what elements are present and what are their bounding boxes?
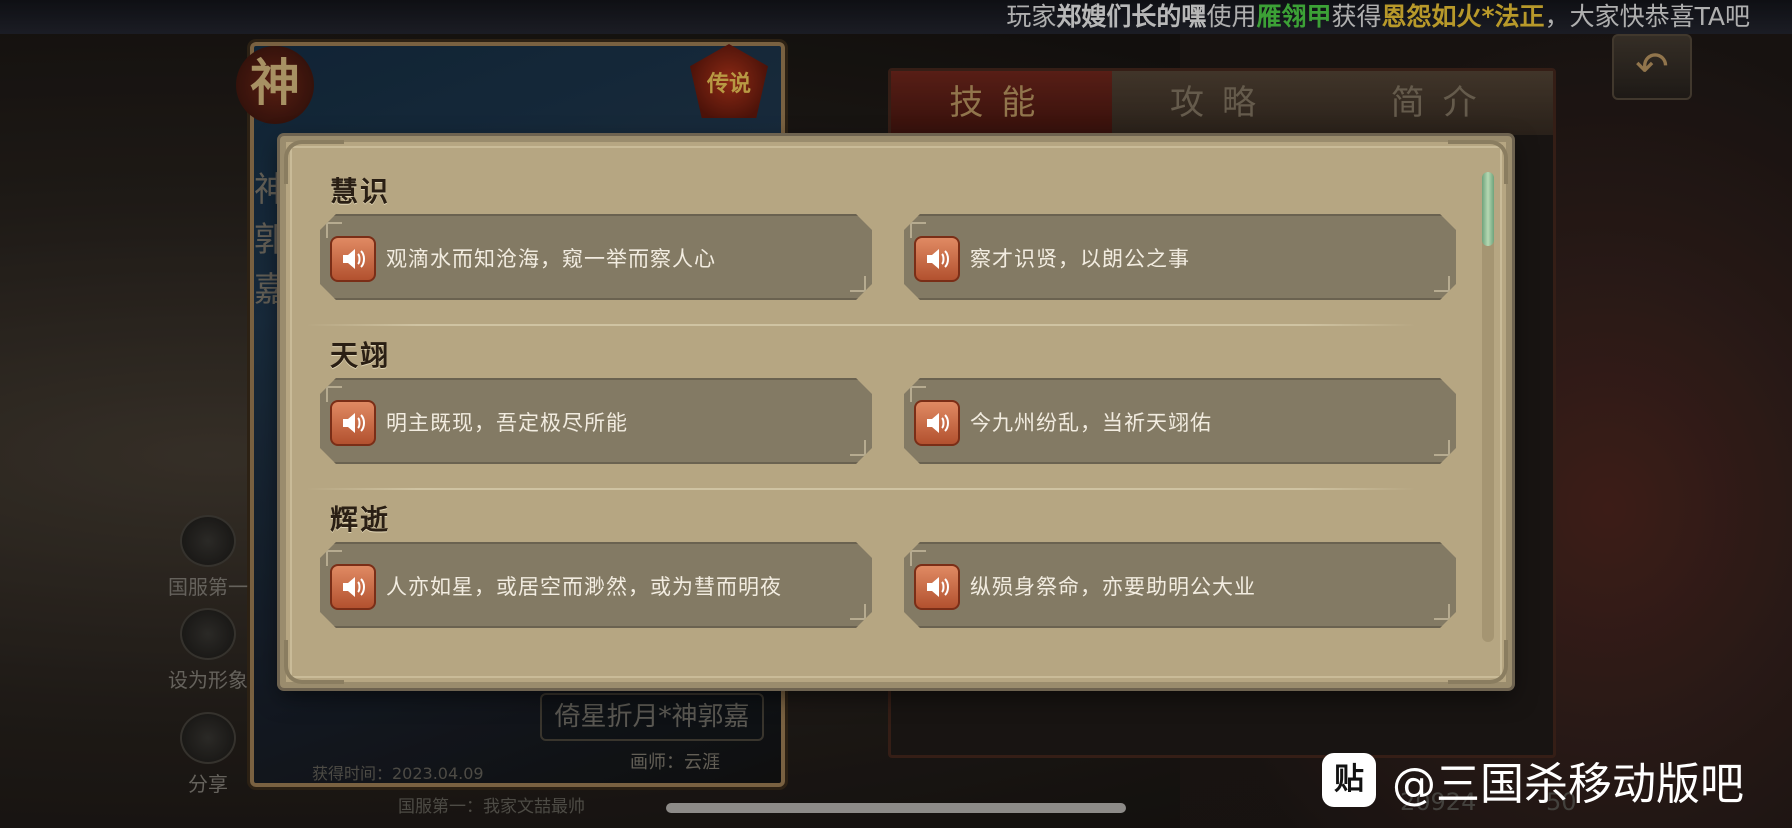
dialog-scrollbar[interactable] [1482,172,1494,642]
section-divider [306,324,1416,326]
voice-line-button[interactable]: 纵殒身祭命，亦要助明公大业 [904,542,1456,628]
voice-line-text: 观滴水而知沧海，窥一举而察人心 [386,247,716,271]
speaker-icon [914,564,960,610]
tieba-logo-icon: 贴 [1322,753,1376,807]
voice-line-text: 明主既现，吾定极尽所能 [386,411,628,435]
home-indicator[interactable] [666,803,1126,813]
dialog-corner-ornament [1448,140,1508,184]
voice-line-text: 人亦如星，或居空而渺然，或为彗而明夜 [386,575,782,599]
speaker-icon [330,400,376,446]
dialog-corner-ornament [284,640,344,684]
speaker-icon [914,400,960,446]
speaker-icon [330,564,376,610]
voice-line-button[interactable]: 察才识贤，以朗公之事 [904,214,1456,300]
section-divider [306,488,1416,490]
skill-title: 天翊 [330,339,391,372]
skill-title: 慧识 [330,175,391,208]
scrollbar-thumb[interactable] [1482,172,1494,246]
voice-line-button[interactable]: 观滴水而知沧海，窥一举而察人心 [320,214,872,300]
speaker-icon [914,236,960,282]
speaker-icon [330,236,376,282]
voice-line-text: 察才识贤，以朗公之事 [970,247,1190,271]
voice-line-text: 纵殒身祭命，亦要助明公大业 [970,575,1256,599]
voice-line-button[interactable]: 人亦如星，或居空而渺然，或为彗而明夜 [320,542,872,628]
watermark-text: @三国杀移动版吧 [1392,759,1744,810]
skill-title: 辉逝 [330,503,391,536]
voice-line-button[interactable]: 今九州纷乱，当祈天翊佑 [904,378,1456,464]
dialog-corner-ornament [1448,640,1508,684]
voice-lines-dialog: 慧识 观滴水而知沧海，窥一举而察人心 察才识贤，以朗公之事 天翊 明主既现，吾定… [280,136,1512,688]
tieba-watermark: 贴 @三国杀移动版吧 [1322,750,1744,810]
voice-line-text: 今九州纷乱，当祈天翊佑 [970,411,1212,435]
voice-line-button[interactable]: 明主既现，吾定极尽所能 [320,378,872,464]
